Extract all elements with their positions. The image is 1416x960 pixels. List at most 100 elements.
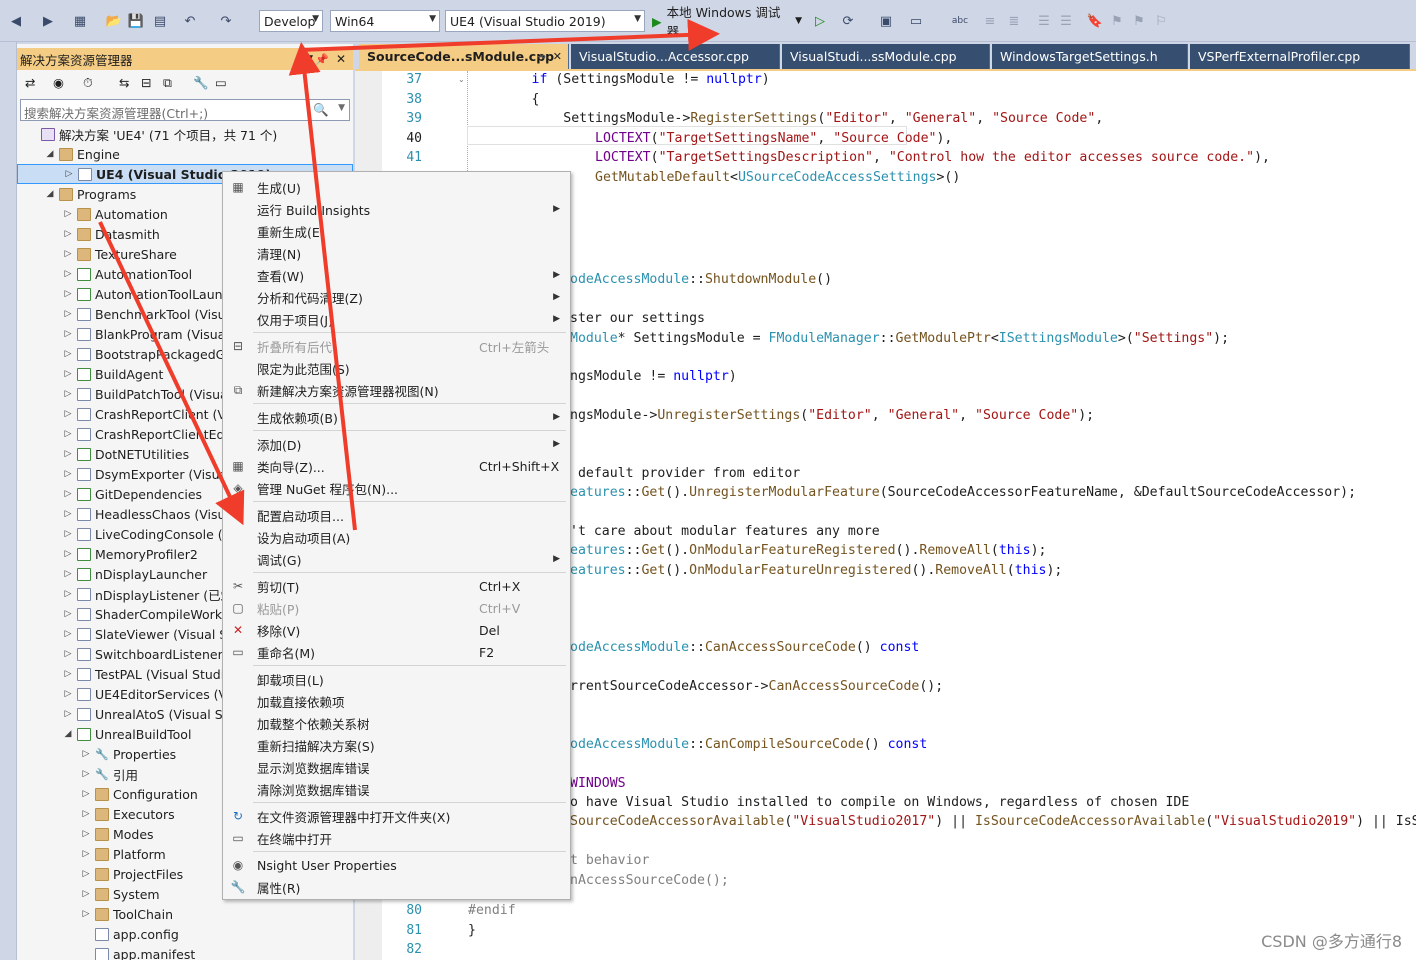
menu-item[interactable]: 加载整个依赖关系树 <box>223 712 570 734</box>
indent-icon[interactable]: ☰ <box>1034 10 1054 32</box>
collapsed-arrow-icon[interactable]: ▷ <box>63 569 73 579</box>
sync-icon[interactable]: ⇆ <box>119 75 129 90</box>
expanded-arrow-icon[interactable]: ◢ <box>45 189 55 199</box>
menu-item[interactable]: 分析和代码清理(Z) ▶ <box>223 286 570 308</box>
menu-item[interactable]: 仅用于项目(J) ▶ <box>223 308 570 330</box>
expanded-arrow-icon[interactable]: ◢ <box>63 729 73 739</box>
collapsed-arrow-icon[interactable]: ▷ <box>63 349 73 359</box>
menu-item[interactable]: ↻ 在文件资源管理器中打开文件夹(X) <box>223 805 570 827</box>
menu-item[interactable]: 重新生成(E) <box>223 220 570 242</box>
forward-icon[interactable]: ▶ <box>38 10 58 32</box>
collapsed-arrow-icon[interactable]: ▷ <box>63 229 73 239</box>
collapsed-arrow-icon[interactable]: ▷ <box>81 769 91 779</box>
menu-item[interactable]: ⧉ 新建解决方案资源管理器视图(N) <box>223 379 570 401</box>
editor-tab[interactable]: SourceCode...sModule.cpp ⊸ ✕ <box>359 44 569 69</box>
collapsed-arrow-icon[interactable]: ▷ <box>63 709 73 719</box>
menu-item[interactable]: 卸载项目(L) <box>223 668 570 690</box>
menu-item[interactable]: 查看(W) ▶ <box>223 264 570 286</box>
collapsed-arrow-icon[interactable]: ▷ <box>63 589 73 599</box>
menu-item[interactable]: ✕ 移除(V) Del <box>223 619 570 641</box>
switch-views-icon[interactable]: ⇄ <box>25 75 35 90</box>
collapsed-arrow-icon[interactable]: ▷ <box>81 869 91 879</box>
menu-item[interactable]: 🔧 属性(R) <box>223 876 570 898</box>
collapsed-arrow-icon[interactable]: ▷ <box>81 749 91 759</box>
collapsed-arrow-icon[interactable]: ▷ <box>63 669 73 679</box>
start-debugging-button[interactable]: ▶ 本地 Windows 调试器 ▼ <box>652 5 802 39</box>
home-icon[interactable]: ◉ <box>53 75 64 90</box>
tree-item[interactable]: app.manifest <box>17 944 353 960</box>
collapsed-arrow-icon[interactable]: ▷ <box>63 509 73 519</box>
collapsed-arrow-icon[interactable]: ▷ <box>63 309 73 319</box>
tree-item[interactable]: ◢ Engine <box>17 144 353 164</box>
clear-bookmarks-icon[interactable]: ⚐ <box>1152 10 1170 32</box>
window-layout-icon[interactable]: ▭ <box>906 10 926 32</box>
collapsed-arrow-icon[interactable]: ▷ <box>63 489 73 499</box>
redo-icon[interactable]: ↷ <box>216 10 236 32</box>
configuration-dropdown[interactable]: Develop ▼ <box>259 10 323 32</box>
collapsed-arrow-icon[interactable]: ▷ <box>63 449 73 459</box>
preview-icon[interactable]: ▭ <box>215 75 227 90</box>
save-icon[interactable]: 💾 <box>126 10 146 32</box>
menu-item[interactable]: ▭ 在终端中打开 <box>223 827 570 849</box>
open-folder-icon[interactable]: 📂 <box>104 10 124 32</box>
collapsed-arrow-icon[interactable]: ▷ <box>81 889 91 899</box>
uncomment-icon[interactable]: ≣ <box>1004 10 1024 32</box>
collapsed-arrow-icon[interactable]: ▷ <box>81 789 91 799</box>
menu-item[interactable]: 限定为此范围(S) <box>223 357 570 379</box>
collapsed-arrow-icon[interactable]: ▷ <box>81 809 91 819</box>
startup-project-dropdown[interactable]: UE4 (Visual Studio 2019) ▼ <box>445 10 645 32</box>
menu-item[interactable]: ▦ 生成(U) <box>223 176 570 198</box>
collapsed-arrow-icon[interactable]: ▷ <box>64 169 74 179</box>
menu-item[interactable]: ✂ 剪切(T) Ctrl+X <box>223 575 570 597</box>
collapsed-arrow-icon[interactable]: ▷ <box>63 289 73 299</box>
collapsed-arrow-icon[interactable]: ▷ <box>63 429 73 439</box>
collapsed-arrow-icon[interactable]: ▷ <box>63 529 73 539</box>
collapse-toggle-icon[interactable]: ⌄ <box>458 75 465 84</box>
start-without-debugging-icon[interactable]: ▷ <box>810 10 830 32</box>
hot-reload-icon[interactable]: ⟳ <box>836 10 860 32</box>
close-tab-icon[interactable]: ✕ <box>553 50 562 63</box>
collapsed-arrow-icon[interactable]: ▷ <box>81 849 91 859</box>
menu-item[interactable]: 加载直接依赖项 <box>223 690 570 712</box>
editor-tab[interactable]: VSPerfExternalProfiler.cpp <box>1190 44 1410 69</box>
menu-item[interactable]: 显示浏览数据库错误 <box>223 756 570 778</box>
menu-item[interactable]: 重新扫描解决方案(S) <box>223 734 570 756</box>
close-icon[interactable]: ✕ <box>336 52 346 66</box>
collapse-all-icon[interactable]: ⊟ <box>141 75 151 90</box>
back-icon[interactable]: ◀ <box>6 10 26 32</box>
editor-tab[interactable]: VisualStudio...Accessor.cpp <box>571 44 780 69</box>
solution-search-input[interactable]: 搜索解决方案资源管理器(Ctrl+;) 🔍 ▼ <box>20 99 350 121</box>
collapsed-arrow-icon[interactable]: ▷ <box>63 469 73 479</box>
editor-tab[interactable]: WindowsTargetSettings.h <box>992 44 1188 69</box>
show-all-files-icon[interactable]: ⧉ <box>163 75 172 91</box>
next-bookmark-icon[interactable]: ⚑ <box>1130 10 1148 32</box>
collapsed-arrow-icon[interactable]: ▷ <box>63 369 73 379</box>
collapsed-arrow-icon[interactable]: ▷ <box>81 909 91 919</box>
collapsed-arrow-icon[interactable]: ▷ <box>63 269 73 279</box>
prev-bookmark-icon[interactable]: ⚑ <box>1108 10 1126 32</box>
menu-item[interactable]: ▭ 重命名(M) F2 <box>223 641 570 663</box>
undo-icon[interactable]: ↶ <box>180 10 200 32</box>
collapsed-arrow-icon[interactable]: ▷ <box>63 249 73 259</box>
collapsed-arrow-icon[interactable]: ▷ <box>63 329 73 339</box>
collapsed-arrow-icon[interactable]: ▷ <box>63 549 73 559</box>
search-icon[interactable]: 🔍 <box>313 102 329 118</box>
collapsed-arrow-icon[interactable]: ▷ <box>63 649 73 659</box>
collapsed-arrow-icon[interactable]: ▷ <box>63 609 73 619</box>
menu-item[interactable]: ▦ 类向导(Z)... Ctrl+Shift+X <box>223 455 570 477</box>
collapsed-arrow-icon[interactable]: ▷ <box>63 209 73 219</box>
expanded-arrow-icon[interactable]: ◢ <box>45 149 55 159</box>
chevron-down-icon[interactable]: ▼ <box>306 54 313 64</box>
save-all-icon[interactable]: ▤ <box>150 10 170 32</box>
menu-item[interactable]: 清理(N) <box>223 242 570 264</box>
chevron-down-icon[interactable]: ▼ <box>338 103 345 113</box>
menu-item[interactable]: ⚙ 配置启动项目... <box>223 504 570 526</box>
pin-icon[interactable]: 📌 <box>315 53 329 66</box>
new-project-icon[interactable]: ▦ <box>70 10 90 32</box>
menu-item[interactable]: 生成依赖项(B) ▶ <box>223 406 570 428</box>
menu-item[interactable]: ◈ 管理 NuGet 程序包(N)... <box>223 477 570 499</box>
menu-item[interactable]: 添加(D) ▶ <box>223 433 570 455</box>
collapsed-arrow-icon[interactable]: ▷ <box>63 629 73 639</box>
platform-dropdown[interactable]: Win64 ▼ <box>330 10 440 32</box>
browse-icon[interactable]: ▣ <box>876 10 896 32</box>
